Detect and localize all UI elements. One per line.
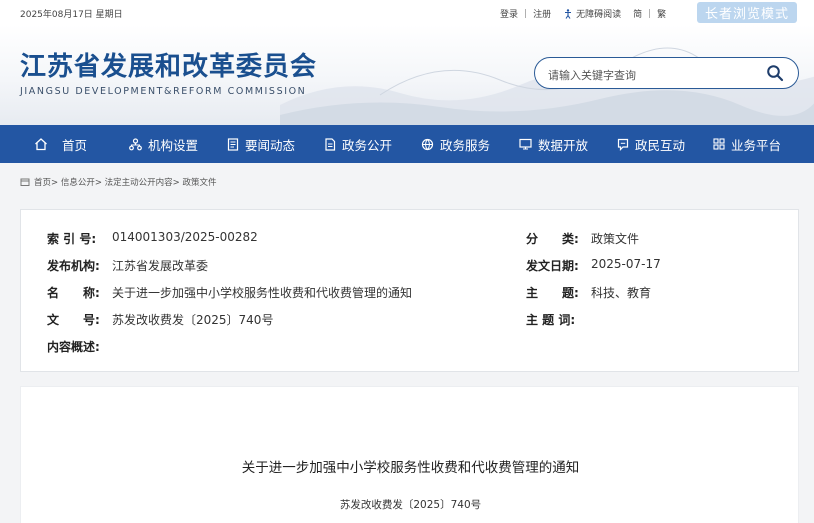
accessibility-icon bbox=[565, 8, 572, 19]
header-banner: 江苏省发展和改革委员会 JIANGSU DEVELOPMENT&REFORM C… bbox=[0, 25, 814, 125]
doc-icon bbox=[325, 137, 336, 151]
nav-item-home[interactable]: 首页 bbox=[34, 125, 87, 163]
org-icon bbox=[129, 137, 142, 150]
nav-label: 要闻动态 bbox=[245, 137, 296, 153]
document-metadata: 索 引 号: 014001303/2025-00282 分 类: 政策文件 发布… bbox=[20, 209, 799, 372]
site-title: 江苏省发展和改革委员会 bbox=[20, 52, 318, 82]
service-icon bbox=[421, 138, 434, 150]
accessible-reading-link[interactable]: 无障碍阅读 bbox=[563, 7, 621, 20]
document-number: 苏发改收费发〔2025〕740号 bbox=[339, 499, 482, 511]
location-icon bbox=[20, 178, 30, 186]
nav-item-interaction[interactable]: 政民互动 bbox=[617, 125, 685, 163]
nav-label: 政务服务 bbox=[440, 137, 491, 153]
document-content: 关于进一步加强中小学校服务性收费和代收费管理的通知 苏发改收费发〔2025〕74… bbox=[20, 386, 799, 523]
keywords-label: 主 题 词: bbox=[526, 313, 576, 327]
nav-label: 政务公开 bbox=[342, 137, 393, 153]
nav-item-news[interactable]: 要闻动态 bbox=[227, 125, 295, 163]
register-link[interactable]: 注册 bbox=[533, 7, 551, 20]
separator: | bbox=[524, 8, 528, 19]
elder-mode-button[interactable]: 长者浏览模式 bbox=[697, 2, 797, 23]
category-value: 政策文件 bbox=[591, 232, 640, 246]
main-nav: 首页 机构设置 要闻动态 政务公开 政务服务 数据开放 政民互动 业务平台 bbox=[0, 125, 814, 163]
topic-label: 主 题: bbox=[526, 286, 579, 300]
publisher-value: 江苏省发展改革委 bbox=[112, 259, 209, 273]
simplified-link[interactable]: 简 bbox=[633, 7, 642, 20]
separator: | bbox=[648, 8, 652, 19]
title-label: 名 称: bbox=[47, 286, 100, 300]
top-bar: 2025年08月17日 星期日 登录 | 注册 无障碍阅读 简 | 繁 长者浏览… bbox=[0, 0, 814, 25]
summary-label: 内容概述: bbox=[47, 340, 100, 354]
nav-label: 机构设置 bbox=[148, 137, 199, 153]
breadcrumb: 首页> 信息公开> 法定主动公开内容> 政策文件 bbox=[20, 176, 216, 188]
category-label: 分 类: bbox=[526, 232, 579, 246]
nav-label: 首页 bbox=[62, 137, 88, 153]
publisher-label: 发布机构: bbox=[47, 259, 100, 273]
search-icon[interactable] bbox=[766, 64, 784, 82]
traditional-link[interactable]: 繁 bbox=[657, 7, 666, 20]
nav-label: 业务平台 bbox=[731, 137, 782, 153]
login-link[interactable]: 登录 bbox=[500, 7, 518, 20]
site-subtitle: JIANGSU DEVELOPMENT&REFORM COMMISSION bbox=[20, 86, 307, 97]
nav-label: 政民互动 bbox=[635, 137, 686, 153]
search-box[interactable]: 请输入关键字查询 bbox=[534, 57, 799, 89]
index-number-value: 014001303/2025-00282 bbox=[112, 230, 258, 244]
issue-date-label: 发文日期: bbox=[526, 259, 579, 273]
nav-item-gov-service[interactable]: 政务服务 bbox=[421, 125, 490, 163]
nav-item-open-data[interactable]: 数据开放 bbox=[519, 125, 588, 163]
current-date: 2025年08月17日 星期日 bbox=[20, 10, 123, 20]
search-input[interactable]: 请输入关键字查询 bbox=[548, 67, 636, 83]
breadcrumb-path[interactable]: 首页> 信息公开> 法定主动公开内容> 政策文件 bbox=[34, 176, 216, 188]
document-title: 关于进一步加强中小学校服务性收费和代收费管理的通知 bbox=[241, 460, 580, 476]
doc-number-label: 文 号: bbox=[47, 313, 100, 327]
nav-item-organization[interactable]: 机构设置 bbox=[129, 125, 198, 163]
nav-label: 数据开放 bbox=[538, 137, 589, 153]
accessible-reading-label: 无障碍阅读 bbox=[576, 10, 622, 20]
doc-number-value: 苏发改收费发〔2025〕740号 bbox=[112, 313, 274, 327]
home-icon bbox=[35, 138, 47, 151]
issue-date-value: 2025-07-17 bbox=[591, 257, 661, 271]
nav-item-business-platform[interactable]: 业务平台 bbox=[713, 125, 781, 163]
chat-icon bbox=[617, 138, 629, 151]
title-value: 关于进一步加强中小学校服务性收费和代收费管理的通知 bbox=[112, 286, 413, 300]
index-number-label: 索 引 号: bbox=[47, 232, 97, 246]
news-icon bbox=[227, 137, 239, 151]
topic-value: 科技、教育 bbox=[591, 286, 652, 300]
data-icon bbox=[519, 138, 532, 150]
top-links: 登录 | 注册 无障碍阅读 简 | 繁 bbox=[500, 7, 666, 21]
nav-item-gov-public[interactable]: 政务公开 bbox=[324, 125, 392, 163]
grid-icon bbox=[713, 138, 725, 150]
